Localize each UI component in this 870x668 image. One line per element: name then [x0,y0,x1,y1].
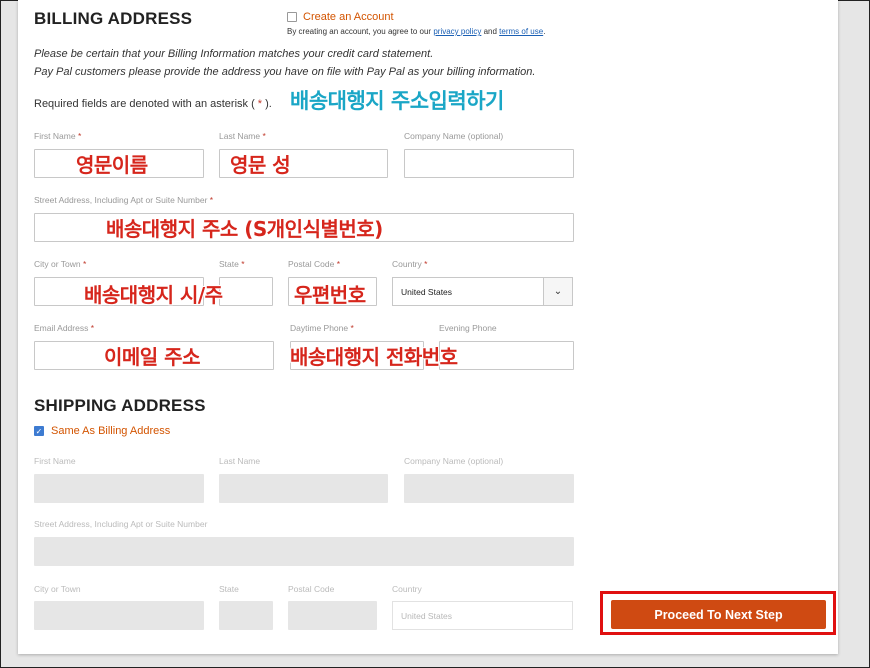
chevron-down-icon[interactable]: ⌄ [543,278,572,305]
shipping-street-input [34,537,574,566]
country-label: Country * [392,259,427,269]
daytime-phone-label: Daytime Phone * [290,323,354,333]
create-account-checkbox[interactable] [287,12,297,22]
annotation-title: 배송대행지 주소입력하기 [290,89,504,113]
annotation-postal: 우편번호 [294,283,366,307]
shipping-heading: SHIPPING ADDRESS [34,396,206,415]
billing-notice-2: Pay Pal customers please provide the add… [34,66,536,78]
shipping-company-input [404,474,574,503]
annotation-first-name: 영문이름 [76,153,148,177]
annotation-street: 배송대행지 주소 (S개인식별번호) [106,217,383,241]
shipping-state-select [219,601,273,630]
create-account-label[interactable]: Create an Account [303,11,394,23]
shipping-country-select: United States [392,601,573,630]
evening-phone-input[interactable] [439,341,574,370]
required-star: * [262,131,266,141]
shipping-company-label: Company Name (optional) [404,456,504,466]
state-label-text: State [219,259,239,269]
annotation-last-name: 영문 성 [230,153,291,177]
shipping-state-label: State [219,584,239,594]
required-star: * [82,259,87,269]
state-label: State * [219,259,245,269]
same-as-billing-checkbox[interactable]: ✓ [34,426,44,436]
required-star: * [241,259,245,269]
proceed-highlight-box: Proceed To Next Step [600,591,836,635]
same-as-billing-option[interactable]: ✓ Same As Billing Address [34,425,170,437]
country-label-text: Country [392,259,422,269]
required-star: * [336,259,340,269]
postal-label-text: Postal Code [288,259,335,269]
required-note-prefix: Required fields are denoted with an aste… [34,98,255,110]
billing-notice-1: Please be certain that your Billing Info… [34,48,434,60]
postal-label: Postal Code * [288,259,340,269]
city-label-text: City or Town [34,259,81,269]
privacy-policy-link[interactable]: privacy policy [433,27,481,36]
proceed-next-step-button[interactable]: Proceed To Next Step [611,600,826,629]
required-star: * [90,323,95,333]
daytime-phone-label-text: Daytime Phone [290,323,349,333]
account-terms-and: and [483,27,497,36]
shipping-city-input [34,601,204,630]
billing-heading: BILLING ADDRESS [34,9,193,28]
required-star: * [209,195,214,205]
annotation-city-state: 배송대행지 시/주 [84,283,223,307]
required-star: * [77,131,82,141]
shipping-city-label: City or Town [34,584,81,594]
shipping-last-name-label: Last Name [219,456,261,466]
first-name-label-text: First Name [34,131,76,141]
terms-of-use-link[interactable]: terms of use [499,27,543,36]
last-name-label: Last Name * [219,131,266,141]
create-account-option[interactable]: Create an Account [287,11,394,23]
same-as-billing-label[interactable]: Same As Billing Address [51,425,170,437]
required-fields-note: Required fields are denoted with an aste… [34,98,272,110]
required-note-suffix: ). [265,98,272,110]
shipping-country-label: Country [392,584,422,594]
account-terms-period: . [543,27,546,36]
street-label: Street Address, Including Apt or Suite N… [34,195,213,205]
shipping-first-name-input [34,474,204,503]
required-star: * [424,259,428,269]
annotation-email: 이메일 주소 [104,345,200,369]
first-name-label: First Name * [34,131,81,141]
country-select-value: United States [401,286,453,297]
email-label-text: Email Address [34,323,89,333]
shipping-street-label: Street Address, Including Apt or Suite N… [34,519,208,529]
shipping-postal-input [288,601,377,630]
shipping-country-value: United States [401,610,453,621]
country-select[interactable]: United States ⌄ [392,277,573,306]
last-name-label-text: Last Name [219,131,261,141]
city-label: City or Town * [34,259,86,269]
company-label: Company Name (optional) [404,131,504,141]
street-label-text: Street Address, Including Apt or Suite N… [34,195,208,205]
company-input[interactable] [404,149,574,178]
account-terms-note: By creating an account, you agree to our… [287,27,545,36]
required-note-star: * [254,98,266,110]
required-star: * [350,323,354,333]
annotation-phone: 배송대행지 전화번호 [290,345,458,369]
state-select[interactable] [219,277,273,306]
evening-phone-label: Evening Phone [439,323,497,333]
shipping-postal-label: Postal Code [288,584,335,594]
email-label: Email Address * [34,323,94,333]
shipping-last-name-input [219,474,388,503]
account-terms-prefix: By creating an account, you agree to our [287,27,432,36]
shipping-first-name-label: First Name [34,456,76,466]
